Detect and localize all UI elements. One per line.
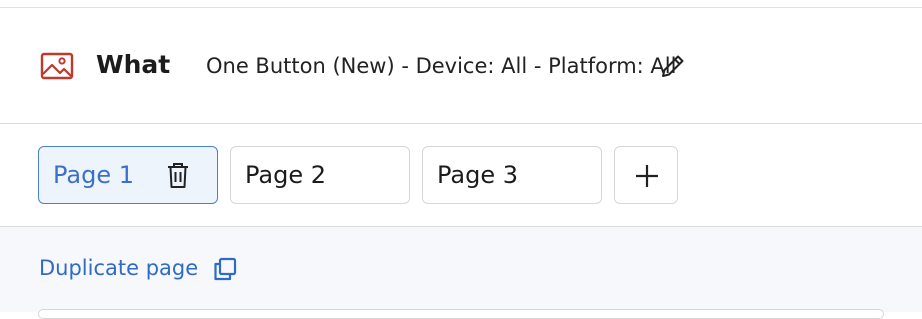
page-tabs: Page 1 Page 2 Page 3 — [0, 124, 922, 226]
tab-page-1[interactable]: Page 1 — [38, 146, 218, 204]
pencil-icon[interactable] — [659, 52, 687, 80]
copy-icon[interactable] — [212, 256, 238, 282]
trash-icon[interactable] — [164, 160, 192, 190]
tab-label: Page 1 — [53, 161, 134, 189]
image-icon — [40, 52, 74, 80]
tab-label: Page 3 — [437, 161, 518, 189]
tab-label: Page 2 — [245, 161, 326, 189]
add-page-button[interactable] — [614, 146, 678, 204]
page-panel: Duplicate page — [0, 227, 922, 319]
tab-page-2[interactable]: Page 2 — [230, 146, 410, 204]
section-title: What — [96, 50, 171, 79]
tab-page-3[interactable]: Page 3 — [422, 146, 602, 204]
duplicate-page-link[interactable]: Duplicate page — [39, 256, 198, 280]
section-description: One Button (New) - Device: All - Platfor… — [206, 54, 677, 78]
section-header: What One Button (New) - Device: All - Pl… — [0, 8, 922, 123]
page-content-card — [38, 309, 884, 319]
plus-icon — [636, 165, 658, 187]
